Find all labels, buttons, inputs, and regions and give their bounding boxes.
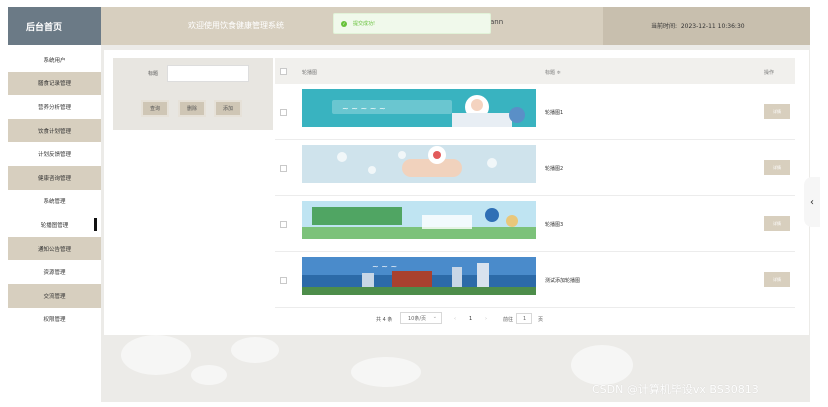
page-size-value: 10条/页	[408, 316, 427, 322]
user-name: ann	[490, 18, 504, 26]
welcome-title: 欢迎使用饮食健康管理系统	[188, 21, 284, 30]
svg-text:~ ~ ~: ~ ~ ~	[372, 262, 397, 271]
carousel-image-3	[302, 201, 536, 239]
chevron-down-icon: ⌄	[432, 314, 437, 320]
next-page-button[interactable]: ›	[485, 316, 487, 322]
sidebar-item-permission[interactable]: 权限管理	[8, 307, 101, 332]
detail-button[interactable]: 详情	[764, 104, 790, 119]
goto-page-input[interactable]: 1	[516, 313, 532, 324]
delete-button[interactable]: 删除	[178, 100, 206, 117]
pager-total: 共 4 条	[376, 317, 393, 323]
row-title: 测试添加轮播图	[545, 278, 581, 284]
svg-text:~ ~ ~ ~ ~: ~ ~ ~ ~ ~	[342, 104, 386, 113]
time-block: 当前时间: 2023-12-11 10:36:30	[603, 7, 810, 45]
col-action-header: 操作	[764, 70, 775, 76]
collapse-arrow-icon[interactable]: ‹	[804, 177, 820, 227]
title-search-input[interactable]	[167, 65, 249, 82]
sidebar-item-system-user[interactable]: 系统用户	[8, 48, 101, 72]
success-check-icon: ✓	[341, 20, 347, 27]
sidebar-item-diet-plan[interactable]: 饮食计划管理	[8, 118, 101, 143]
sort-icon: ≑	[556, 70, 561, 76]
row-checkbox[interactable]	[280, 165, 287, 172]
sidebar-item-resource[interactable]: 资源管理	[8, 260, 101, 284]
table-header: 轮播图 标题 ≑ 操作	[275, 58, 795, 85]
carousel-image-4: ~ ~ ~	[302, 257, 536, 295]
select-all-checkbox[interactable]	[280, 68, 287, 75]
page-size-select[interactable]: 10条/页 ⌄	[400, 312, 442, 324]
col-title-header[interactable]: 标题 ≑	[545, 69, 561, 76]
sidebar-item-notice[interactable]: 通知公告管理	[8, 236, 101, 261]
col-image-header: 轮播图	[302, 70, 318, 76]
row-checkbox[interactable]	[280, 109, 287, 116]
row-title: 轮播图2	[545, 166, 564, 172]
current-time: 当前时间: 2023-12-11 10:36:30	[651, 23, 745, 30]
sidebar-item-system-manage[interactable]: 系统管理	[8, 189, 101, 214]
table-row: 轮播图3 详情	[275, 196, 795, 252]
sidebar-item-plan-feedback[interactable]: 计划反馈管理	[8, 142, 101, 166]
table-row: ~ ~ ~ 测试添加轮播图 详情	[275, 252, 795, 308]
page-number-current[interactable]: 1	[469, 316, 472, 322]
table-row: 轮播图2 详情	[275, 140, 795, 196]
row-title: 轮播图3	[545, 222, 564, 228]
page-unit-label: 页	[538, 317, 544, 323]
add-button[interactable]: 添加	[214, 100, 242, 117]
sidebar: 系统用户 膳食记录管理 营养分析管理 饮食计划管理 计划反馈管理 健康咨询管理 …	[8, 48, 101, 332]
prev-page-button[interactable]: ‹	[454, 316, 456, 322]
detail-button[interactable]: 详情	[764, 272, 790, 287]
carousel-image-1: ~ ~ ~ ~ ~	[302, 89, 536, 127]
sidebar-item-exchange[interactable]: 交流管理	[8, 283, 101, 308]
carousel-image-2	[302, 145, 536, 183]
query-button[interactable]: 查询	[141, 100, 169, 117]
table-row: ~ ~ ~ ~ ~ 轮播图1 详情	[275, 84, 795, 140]
detail-button[interactable]: 详情	[764, 216, 790, 231]
sidebar-item-nutrition-analysis[interactable]: 营养分析管理	[8, 95, 101, 119]
watermark: CSDN @计算机毕设vx BS30813	[592, 383, 759, 396]
sidebar-item-carousel[interactable]: 轮播图管理	[8, 213, 101, 237]
home-brand[interactable]: 后台首页	[8, 7, 101, 45]
goto-label: 前往	[503, 317, 514, 323]
sidebar-item-diet-record[interactable]: 膳食记录管理	[8, 71, 101, 96]
sidebar-item-health-consult[interactable]: 健康咨询管理	[8, 165, 101, 190]
success-toast: ✓ 提交成功!	[333, 13, 491, 34]
row-title: 轮播图1	[545, 110, 564, 116]
row-checkbox[interactable]	[280, 277, 287, 284]
toast-text: 提交成功!	[353, 21, 376, 27]
detail-button[interactable]: 详情	[764, 160, 790, 175]
row-checkbox[interactable]	[280, 221, 287, 228]
title-filter-label: 标题	[148, 71, 159, 77]
